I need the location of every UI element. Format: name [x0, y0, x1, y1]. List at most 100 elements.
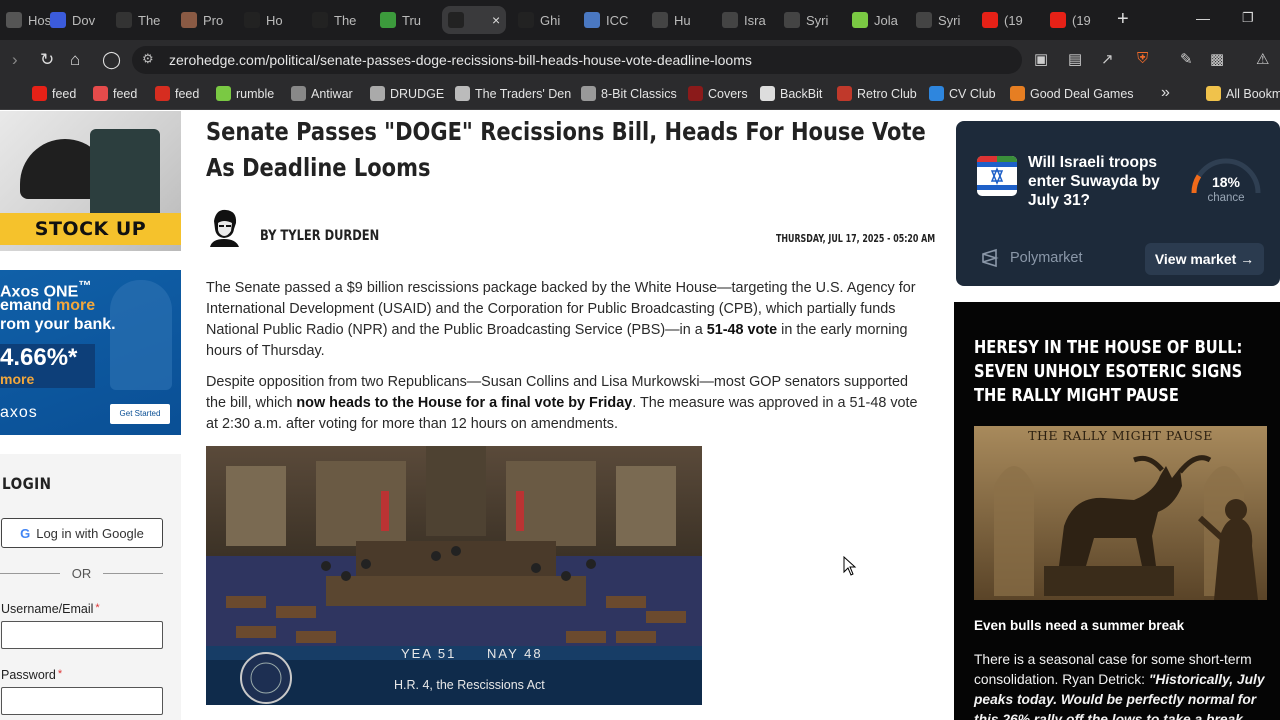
bookmark-item[interactable]: The Traders' Den [455, 86, 571, 101]
folder-icon [1206, 86, 1221, 101]
minimize-icon[interactable]: — [1196, 10, 1210, 26]
polymarket-brand[interactable]: Polymarket [980, 248, 1083, 268]
tab-item[interactable]: Tru [374, 6, 432, 34]
site-info-icon[interactable]: ⚙ [142, 51, 154, 67]
tab-item[interactable]: (19 [976, 6, 1034, 34]
login-heading: LOGIN [2, 474, 52, 493]
tab-active[interactable]: × [442, 6, 506, 34]
tab-label: ICC [606, 12, 629, 28]
google-login-button[interactable]: G Log in with Google [1, 518, 163, 548]
tab-item[interactable]: Ho [238, 6, 296, 34]
tab-item[interactable]: Dov [44, 6, 102, 34]
tab-item[interactable]: Jola [846, 6, 904, 34]
israel-flag-icon [977, 156, 1017, 196]
restore-icon[interactable]: ❐ [1242, 10, 1254, 26]
share-icon[interactable]: ↗ [1101, 50, 1114, 68]
get-started-button[interactable]: Get Started [110, 404, 170, 424]
icc-favicon [584, 12, 600, 28]
view-market-button[interactable]: View market → [1145, 243, 1264, 275]
bookmark-item[interactable]: feed [155, 86, 199, 101]
news-favicon [652, 12, 668, 28]
password-input[interactable] [1, 687, 163, 715]
tab-item[interactable]: The [306, 6, 364, 34]
brave-shield-icon[interactable]: ⛨ [1137, 50, 1148, 67]
bull-illustration[interactable]: THE RALLY MIGHT PAUSE [974, 426, 1267, 600]
heresy-promo[interactable]: HERESY IN THE HOUSE OF BULL: SEVEN UNHOL… [954, 302, 1280, 720]
bookmark-item[interactable]: CV Club [929, 86, 996, 101]
wallet-icon[interactable]: ▩ [1210, 50, 1224, 68]
tab-item[interactable]: Isra [716, 6, 774, 34]
bookmark-label: Good Deal Games [1030, 86, 1134, 101]
tab-item[interactable]: The [110, 6, 168, 34]
bookmark-icon[interactable]: ◯ [102, 50, 121, 70]
bookmark-favicon [155, 86, 170, 101]
polymarket-widget[interactable]: Will Israeli troops enter Suwayda by Jul… [956, 121, 1280, 286]
bookmark-item[interactable]: 8-Bit Classics [581, 86, 677, 101]
news-favicon [916, 12, 932, 28]
bookmark-label: Covers [708, 86, 748, 101]
bookmark-favicon [216, 86, 231, 101]
tab-label: Dov [72, 12, 96, 28]
new-tab-icon[interactable]: + [1117, 8, 1129, 31]
bookmark-item[interactable]: BackBit [760, 86, 822, 101]
rumble-favicon [852, 12, 868, 28]
bookmark-label: feed [175, 86, 200, 101]
bookmark-item[interactable]: DRUDGE [370, 86, 444, 101]
bookmark-favicon [455, 86, 470, 101]
tab-item[interactable]: Ghi [512, 6, 570, 34]
tab-label: Jola [874, 12, 898, 28]
bookmark-favicon [93, 86, 108, 101]
bookmark-item[interactable]: feed [32, 86, 76, 101]
bookmark-label: Retro Club [857, 86, 917, 101]
article-paragraph-2: Despite opposition from two Republicans—… [206, 374, 918, 432]
axos-ad[interactable]: Axos ONE™ emand more rom your bank. 4.66… [0, 270, 181, 435]
news-favicon [722, 12, 738, 28]
bookmark-favicon [1010, 86, 1025, 101]
rt-favicon [380, 12, 396, 28]
senate-floor-photo[interactable]: YEA 51 NAY 48 H.R. 4, the Rescissions Ac… [206, 446, 702, 705]
bookmark-item[interactable]: rumble [216, 86, 274, 101]
browser-tab-strip: Hos Dov The Pro Ho The Tru × Ghi ICC Hu Isra Syri Jol… [0, 0, 1280, 40]
zh-favicon [448, 12, 464, 28]
shirt-favicon [116, 12, 132, 28]
bookmark-item[interactable]: Retro Club [837, 86, 917, 101]
forward-icon[interactable]: › [12, 50, 18, 70]
bookmark-label: Antiwar [311, 86, 353, 101]
product-pack-image [90, 129, 160, 219]
bookmark-item[interactable]: feed [93, 86, 137, 101]
bookmark-label: 8-Bit Classics [601, 86, 677, 101]
reload-icon[interactable]: ↻ [40, 50, 54, 70]
author-byline[interactable]: BY TYLER DURDEN [260, 228, 379, 244]
statue-of-liberty-image [110, 280, 172, 390]
tab-item[interactable]: Syri [910, 6, 968, 34]
market-question[interactable]: Will Israeli troops enter Suwayda by Jul… [1028, 153, 1178, 210]
tab-item[interactable]: Syri [778, 6, 836, 34]
supplement-ad[interactable]: STOCK UP [0, 111, 181, 251]
close-tab-icon[interactable]: × [492, 12, 500, 28]
more-bookmarks-icon[interactable]: » [1161, 84, 1170, 102]
cast-icon[interactable]: ▣ [1034, 50, 1048, 68]
extensions-icon[interactable]: ✎ [1180, 50, 1193, 68]
home-icon[interactable]: ⌂ [70, 50, 80, 70]
tab-item[interactable]: Hu [646, 6, 704, 34]
tab-item[interactable]: Pro [175, 6, 233, 34]
promo-body: There is a seasonal case for some short-… [974, 652, 1265, 720]
bookmark-label: CV Club [949, 86, 996, 101]
promo-subheading: Even bulls need a summer break [974, 618, 1185, 633]
bookmark-item[interactable]: All Bookm [1206, 86, 1280, 101]
promo-heading[interactable]: HERESY IN THE HOUSE OF BULL: SEVEN UNHOL… [974, 336, 1243, 408]
tab-item[interactable]: (19 [1044, 6, 1102, 34]
vpn-icon[interactable]: ⚠ [1256, 50, 1269, 68]
r-favicon [50, 12, 66, 28]
bookmark-favicon [760, 86, 775, 101]
bookmark-item[interactable]: Antiwar [291, 86, 353, 101]
youtube-favicon [1050, 12, 1066, 28]
axos-ad-line2: emand more [0, 297, 96, 314]
url-text[interactable]: zerohedge.com/political/senate-passes-do… [169, 52, 752, 68]
tab-label: Tru [402, 12, 422, 28]
username-input[interactable] [1, 621, 163, 649]
bookmark-item[interactable]: Covers [688, 86, 748, 101]
tab-item[interactable]: ICC [578, 6, 636, 34]
reader-icon[interactable]: ▤ [1068, 50, 1082, 68]
bookmark-item[interactable]: Good Deal Games [1010, 86, 1134, 101]
